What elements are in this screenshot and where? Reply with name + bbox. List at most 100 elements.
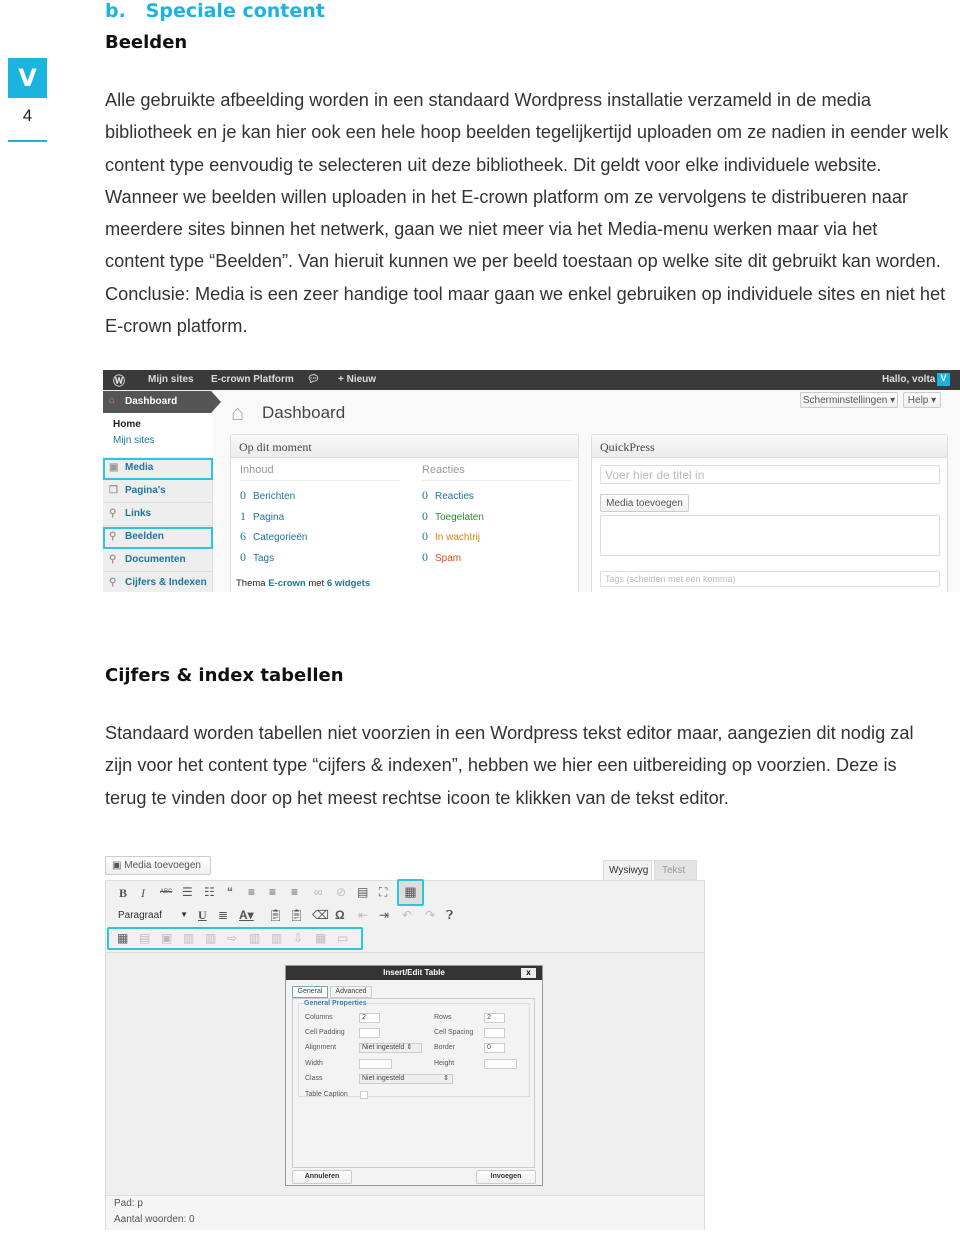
underline-icon[interactable]: U	[198, 908, 207, 923]
insert-table-icon[interactable]: ▦	[117, 931, 128, 945]
text: Thema	[236, 578, 269, 589]
format-select[interactable]: Paragraaf ▼	[114, 907, 190, 924]
bold-icon[interactable]: B	[119, 886, 127, 901]
sidebar-item-paginas[interactable]: ❐ Pagina's	[103, 481, 213, 503]
submenu-home[interactable]: Home	[113, 419, 141, 430]
sidebar-item-links[interactable]: ⚲ Links	[103, 504, 213, 526]
stat-spam[interactable]: 0 Spam	[422, 549, 484, 570]
insert-col-after-icon[interactable]: ▥	[271, 931, 282, 945]
label: Scherminstellingen	[802, 395, 888, 406]
comment-icon[interactable]: 💬︎	[307, 374, 320, 385]
wordpress-icon[interactable]: Ⓦ	[113, 372, 125, 389]
merge-cells-icon[interactable]: ▭	[337, 931, 348, 945]
paste-word-icon[interactable]: 📋︎	[289, 908, 304, 922]
sidebar-item-dashboard[interactable]: ⌂ Dashboard	[103, 391, 221, 413]
width-input[interactable]	[359, 1059, 392, 1069]
widgets-link[interactable]: 6 widgets	[327, 578, 370, 589]
tab-tekst[interactable]: Tekst	[654, 860, 697, 880]
sidebar-item-documenten[interactable]: ⚲ Documenten	[103, 550, 213, 572]
text: Reacties	[435, 491, 474, 502]
insert-button[interactable]: Invoegen	[476, 1170, 536, 1184]
stat-wachtrij[interactable]: 0 In wachtrij	[422, 528, 484, 549]
adminbar-mijn-sites[interactable]: Mijn sites	[148, 374, 194, 385]
clear-formatting-icon[interactable]: ⌫	[312, 908, 329, 922]
stat-categorieen[interactable]: 6 Categorieën	[240, 528, 307, 549]
outdent-icon[interactable]: ⇤	[358, 908, 368, 922]
tags-input[interactable]: Tags (scheiden met een komma)	[600, 571, 940, 587]
cell-spacing-input[interactable]	[484, 1028, 505, 1038]
submenu-mijn-sites[interactable]: Mijn sites	[113, 435, 155, 446]
justify-icon[interactable]: ≣	[218, 908, 228, 922]
split-cells-icon[interactable]: ▦	[315, 931, 326, 945]
border-input[interactable]: 0	[484, 1043, 505, 1053]
close-icon[interactable]: x	[521, 968, 536, 978]
sidebar-item-beelden[interactable]: ⚲ Beelden	[103, 527, 213, 549]
line: Wanneer we beelden willen uploaden in he…	[105, 186, 909, 207]
tab-general[interactable]: General	[292, 986, 328, 998]
numbered-list-icon[interactable]: ☷	[204, 885, 215, 899]
cell-padding-input[interactable]	[359, 1028, 380, 1038]
undo-icon[interactable]: ↶	[402, 908, 412, 922]
tab-advanced[interactable]: Advanced	[330, 986, 372, 998]
bullet-list-icon[interactable]: ☰	[182, 885, 193, 899]
avatar[interactable]: V	[937, 373, 950, 386]
tab-wysiwyg[interactable]: Wysiwyg	[603, 860, 652, 881]
content-textarea[interactable]	[600, 515, 940, 556]
insert-row-before-icon[interactable]: ▥	[183, 931, 194, 945]
help-button[interactable]: Help ▾	[903, 392, 941, 408]
caption-checkbox[interactable]	[360, 1091, 368, 1099]
stat-tags[interactable]: 0 Tags	[240, 549, 307, 570]
paragraph-beelden: Alle gebruikte afbeelding worden in een …	[105, 84, 948, 342]
sidebar-item-media[interactable]: ▣ Media	[103, 458, 213, 480]
columns-input[interactable]: 2	[359, 1013, 380, 1023]
indent-icon[interactable]: ⇥	[379, 908, 389, 922]
italic-icon[interactable]: I	[141, 886, 145, 901]
insert-row-after-icon[interactable]: ▥	[205, 931, 216, 945]
help-icon[interactable]: ❓︎	[446, 908, 453, 923]
cell-padding-label: Cell Padding	[305, 1029, 345, 1036]
fullscreen-icon[interactable]: ⛶	[379, 885, 387, 900]
text-color-icon[interactable]: A▾	[239, 908, 254, 922]
paragraph-cijfers: Standaard worden tabellen niet voorzien …	[105, 717, 914, 814]
row-props-icon[interactable]: ▤	[139, 931, 150, 945]
more-icon[interactable]: ▤	[357, 885, 368, 899]
unlink-icon[interactable]: ⊘	[336, 885, 346, 899]
media-toevoegen-button[interactable]: Media toevoegen	[600, 494, 689, 512]
link-icon[interactable]: ∞	[314, 885, 323, 899]
strikethrough-icon[interactable]: ABC	[160, 889, 172, 895]
screen-options-button[interactable]: Scherminstellingen ▾	[800, 392, 898, 408]
delete-col-icon[interactable]: ⇩	[293, 931, 303, 945]
theme-link[interactable]: E-crown	[268, 578, 305, 589]
cell-props-icon[interactable]: ▣	[161, 931, 172, 945]
align-left-icon[interactable]: ≡	[248, 885, 255, 899]
adminbar-ecrown[interactable]: E-crown Platform	[211, 374, 294, 385]
delete-row-icon[interactable]: ⇨	[227, 931, 237, 945]
toggle-table-toolbar-icon[interactable]: ▦	[397, 879, 424, 906]
text: 1	[240, 508, 246, 523]
redo-icon[interactable]: ↷	[425, 908, 435, 922]
rows-input[interactable]: 2	[484, 1013, 505, 1023]
insert-col-before-icon[interactable]: ▥	[249, 931, 260, 945]
title-input[interactable]: Voer hier de titel in	[600, 465, 940, 484]
pages-icon: ❐	[109, 485, 118, 496]
class-select[interactable]: Niet ingesteld ⇕	[359, 1074, 453, 1084]
stat-pagina[interactable]: 1 Pagina	[240, 508, 307, 529]
alignment-select[interactable]: Niet ingesteld ⇕	[359, 1043, 422, 1053]
sidebar-item-cijfers[interactable]: ⚲ Cijfers & Indexen	[103, 573, 213, 592]
adminbar-new[interactable]: + Nieuw	[338, 374, 376, 385]
cancel-button[interactable]: Annuleren	[292, 1170, 352, 1184]
stat-reacties[interactable]: 0 Reacties	[422, 487, 484, 508]
stat-berichten[interactable]: 0 Berichten	[240, 487, 307, 508]
height-input[interactable]	[484, 1059, 517, 1069]
media-toevoegen-button[interactable]: ▣ Media toevoegen	[105, 856, 211, 875]
rows-label: Rows	[434, 1014, 452, 1021]
divider	[8, 140, 47, 142]
special-char-icon[interactable]: Ω	[335, 908, 345, 922]
paste-text-icon[interactable]: 📋︎	[268, 908, 283, 922]
chevron-down-icon: ▼	[180, 910, 188, 919]
align-right-icon[interactable]: ≡	[291, 885, 298, 899]
blockquote-icon[interactable]: “	[227, 885, 233, 899]
stat-toegelaten[interactable]: 0 Toegelaten	[422, 508, 484, 529]
align-center-icon[interactable]: ≡	[269, 885, 276, 899]
adminbar-greeting[interactable]: Hallo, volta	[882, 374, 935, 385]
